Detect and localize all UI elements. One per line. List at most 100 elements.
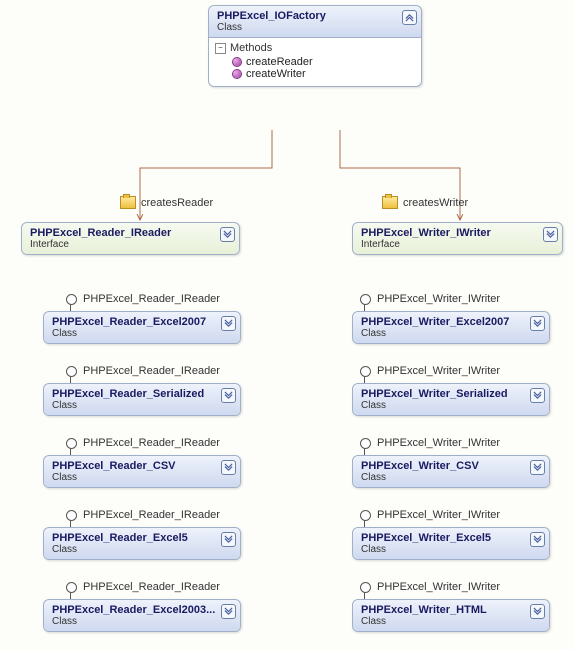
class-node-iofactory[interactable]: PHPExcel_IOFactory Class − Methods creat…: [208, 5, 422, 87]
implements-label: PHPExcel_Reader_IReader: [66, 509, 220, 521]
class-subtitle: Class: [361, 400, 543, 411]
implements-label: PHPExcel_Writer_IWriter: [360, 437, 500, 449]
class-header: PHPExcel_Writer_HTMLClass: [353, 600, 549, 631]
relation-text: createsReader: [141, 197, 213, 209]
interface-header: PHPExcel_Reader_IReader Interface: [22, 223, 239, 254]
method-item[interactable]: createWriter: [215, 68, 415, 80]
class-header: PHPExcel_Writer_Excel2007Class: [353, 312, 549, 343]
collapse-icon[interactable]: [402, 10, 417, 25]
class-subtitle: Class: [361, 544, 543, 555]
lollipop-icon: [360, 438, 371, 449]
class-subtitle: Class: [361, 472, 543, 483]
lollipop-icon: [66, 366, 77, 377]
lollipop-icon: [66, 438, 77, 449]
implements-label: PHPExcel_Reader_IReader: [66, 581, 220, 593]
class-node[interactable]: PHPExcel_Reader_Excel2003...Class: [43, 599, 241, 632]
implements-text: PHPExcel_Writer_IWriter: [377, 365, 500, 377]
class-title: PHPExcel_Writer_CSV: [361, 460, 543, 472]
implements-text: PHPExcel_Reader_IReader: [83, 437, 220, 449]
class-node[interactable]: PHPExcel_Writer_SerializedClass: [352, 383, 550, 416]
implements-label: PHPExcel_Reader_IReader: [66, 365, 220, 377]
class-node[interactable]: PHPExcel_Writer_CSVClass: [352, 455, 550, 488]
class-title: PHPExcel_Reader_CSV: [52, 460, 234, 472]
class-subtitle: Class: [52, 328, 234, 339]
class-title: PHPExcel_IOFactory: [217, 10, 415, 22]
class-header: PHPExcel_Reader_SerializedClass: [44, 384, 240, 415]
class-subtitle: Class: [361, 328, 543, 339]
class-node[interactable]: PHPExcel_Reader_CSVClass: [43, 455, 241, 488]
methods-section[interactable]: − Methods: [215, 42, 415, 54]
method-name: createWriter: [246, 68, 306, 80]
methods-label: Methods: [230, 42, 272, 54]
class-node[interactable]: PHPExcel_Writer_Excel5Class: [352, 527, 550, 560]
lollipop-icon: [66, 510, 77, 521]
interface-node-writer[interactable]: PHPExcel_Writer_IWriter Interface: [352, 222, 563, 255]
relation-creates-reader: createsReader: [120, 196, 213, 209]
minus-icon[interactable]: −: [215, 43, 226, 54]
method-icon: [233, 70, 241, 78]
expand-icon[interactable]: [220, 227, 235, 242]
interface-title: PHPExcel_Reader_IReader: [30, 227, 233, 239]
class-node[interactable]: PHPExcel_Reader_Excel2007Class: [43, 311, 241, 344]
lollipop-icon: [360, 510, 371, 521]
class-node[interactable]: PHPExcel_Writer_HTMLClass: [352, 599, 550, 632]
lollipop-icon: [360, 366, 371, 377]
class-node[interactable]: PHPExcel_Reader_SerializedClass: [43, 383, 241, 416]
expand-icon[interactable]: [221, 532, 236, 547]
implements-label: PHPExcel_Writer_IWriter: [360, 581, 500, 593]
class-subtitle: Class: [361, 616, 543, 627]
class-header: PHPExcel_Writer_Excel5Class: [353, 528, 549, 559]
interface-subtitle: Interface: [30, 239, 233, 250]
lollipop-icon: [66, 582, 77, 593]
expand-icon[interactable]: [530, 532, 545, 547]
expand-icon[interactable]: [221, 316, 236, 331]
lollipop-icon: [360, 582, 371, 593]
implements-text: PHPExcel_Writer_IWriter: [377, 437, 500, 449]
interface-subtitle: Interface: [361, 239, 556, 250]
class-header: PHPExcel_Reader_Excel2007Class: [44, 312, 240, 343]
method-name: createReader: [246, 56, 313, 68]
class-title: PHPExcel_Writer_Excel2007: [361, 316, 543, 328]
class-subtitle: Class: [52, 400, 234, 411]
class-title: PHPExcel_Writer_Serialized: [361, 388, 543, 400]
relation-creates-writer: createsWriter: [382, 196, 468, 209]
class-title: PHPExcel_Reader_Excel5: [52, 532, 234, 544]
expand-icon[interactable]: [221, 388, 236, 403]
method-icon: [233, 58, 241, 66]
expand-icon[interactable]: [221, 604, 236, 619]
class-title: PHPExcel_Writer_HTML: [361, 604, 543, 616]
implements-text: PHPExcel_Reader_IReader: [83, 581, 220, 593]
expand-icon[interactable]: [530, 460, 545, 475]
class-title: PHPExcel_Reader_Excel2003...: [52, 604, 234, 616]
implements-text: PHPExcel_Writer_IWriter: [377, 293, 500, 305]
implements-label: PHPExcel_Writer_IWriter: [360, 293, 500, 305]
lollipop-icon: [66, 294, 77, 305]
expand-icon[interactable]: [530, 604, 545, 619]
implements-label: PHPExcel_Writer_IWriter: [360, 509, 500, 521]
class-node[interactable]: PHPExcel_Writer_Excel2007Class: [352, 311, 550, 344]
lollipop-icon: [360, 294, 371, 305]
class-header: PHPExcel_Writer_SerializedClass: [353, 384, 549, 415]
class-subtitle: Class: [52, 472, 234, 483]
expand-icon[interactable]: [530, 388, 545, 403]
class-header: PHPExcel_Writer_CSVClass: [353, 456, 549, 487]
class-subtitle: Class: [52, 544, 234, 555]
class-title: PHPExcel_Reader_Serialized: [52, 388, 234, 400]
implements-label: PHPExcel_Writer_IWriter: [360, 365, 500, 377]
class-node[interactable]: PHPExcel_Reader_Excel5Class: [43, 527, 241, 560]
expand-icon[interactable]: [530, 316, 545, 331]
class-title: PHPExcel_Reader_Excel2007: [52, 316, 234, 328]
expand-icon[interactable]: [221, 460, 236, 475]
class-header: PHPExcel_Reader_CSVClass: [44, 456, 240, 487]
interface-title: PHPExcel_Writer_IWriter: [361, 227, 556, 239]
class-header: PHPExcel_IOFactory Class: [209, 6, 421, 38]
class-header: PHPExcel_Reader_Excel2003...Class: [44, 600, 240, 631]
relation-icon: [382, 196, 398, 209]
relation-text: createsWriter: [403, 197, 468, 209]
implements-label: PHPExcel_Reader_IReader: [66, 293, 220, 305]
class-title: PHPExcel_Writer_Excel5: [361, 532, 543, 544]
method-item[interactable]: createReader: [215, 56, 415, 68]
implements-text: PHPExcel_Reader_IReader: [83, 365, 220, 377]
interface-node-reader[interactable]: PHPExcel_Reader_IReader Interface: [21, 222, 240, 255]
expand-icon[interactable]: [543, 227, 558, 242]
